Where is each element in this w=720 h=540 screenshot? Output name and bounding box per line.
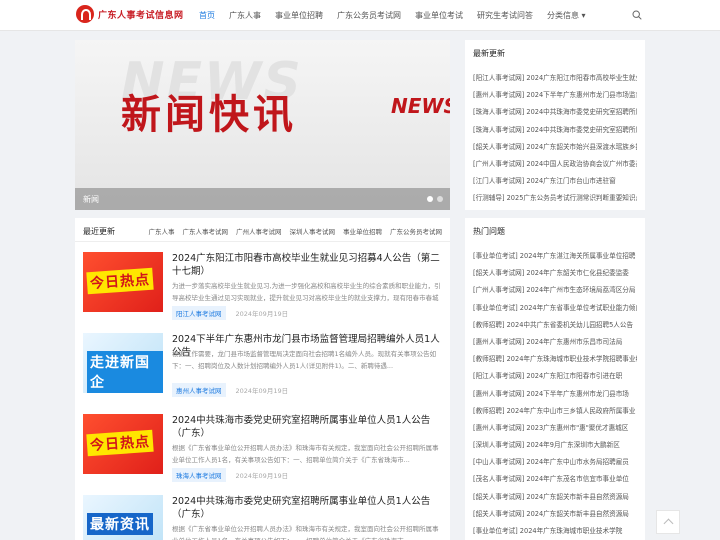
sidebar-hot-item[interactable]: [事业单位考试] 2024年广东珠海城市职业技术学院 (473, 523, 637, 540)
sidebar-hot-item[interactable]: [韶关人事考试网] 2024年广东韶关市仁化县纪委监委 (473, 265, 637, 282)
nav-item-institution-recruit[interactable]: 事业单位招聘 (268, 0, 330, 31)
latest-updates-header: 最近更新 广东人事 广东人事考试网 广州人事考试网 深圳人事考试网 事业单位招聘… (75, 218, 450, 242)
category-link[interactable]: 广东人事 (149, 226, 175, 236)
sidebar-hot-item[interactable]: [惠州人事考试网] 2023广东惠州市"惠"聚优才惠城区 (473, 420, 637, 437)
thumbnail-text: 最新资讯 (87, 513, 153, 535)
article-tag[interactable]: 惠州人事考试网 (172, 383, 226, 397)
category-link[interactable]: 广东公务员考试网 (390, 226, 442, 236)
category-link[interactable]: 广州人事考试网 (236, 226, 282, 236)
article-thumbnail[interactable]: 走进新国企 (83, 333, 163, 393)
article-tag[interactable]: 珠海人事考试网 (172, 468, 226, 482)
article-title[interactable]: 2024中共珠海市委党史研究室招聘所属事业单位人员1人公告（广东） (172, 495, 442, 521)
sidebar-latest-item[interactable]: [广州人事考试网] 2024中国人民政治协商会议广州市委员会 (473, 156, 637, 173)
sidebar-latest-item[interactable]: [惠州人事考试网] 2024下半年广东惠州市龙门县市场监督管理局 (473, 87, 637, 104)
sidebar-hot-item[interactable]: [惠州人事考试网] 2024年广东惠州市乐昌市司法局 (473, 334, 637, 351)
sidebar-hot: 热门问题 [事业单位考试] 2024年广东湛江海关所属事业单位招聘 [韶关人事考… (465, 218, 645, 540)
sidebar-latest: 最新更新 [阳江人事考试网] 2024广东阳江市阳春市高校毕业生就业见习招募 [… (465, 40, 645, 210)
article-item[interactable]: 最新资讯 2024中共珠海市委党史研究室招聘所属事业单位人员1人公告（广东） 根… (83, 495, 443, 540)
slider-caption-bar: 新闻 (75, 188, 450, 210)
logo-text: 广东人事考试信息网 (98, 10, 184, 21)
logo-icon (76, 5, 94, 23)
nav-item-institution-exam[interactable]: 事业单位考试 (408, 0, 470, 31)
sidebar-hot-item[interactable]: [教师招聘] 2024年广东中山市三乡镇人民政府所属事业 (473, 403, 637, 420)
slider-headline: 新闻快讯 (121, 92, 297, 138)
category-links: 广东人事 广东人事考试网 广州人事考试网 深圳人事考试网 事业单位招聘 广东公务… (149, 226, 443, 236)
article-item[interactable]: 今日热点 2024中共珠海市委党史研究室招聘所属事业单位人员1人公告（广东） 根… (83, 414, 443, 486)
sidebar-hot-item[interactable]: [韶关人事考试网] 2024广东韶关市新丰县自然资源局 (473, 489, 637, 506)
main-nav: 首页 广东人事 事业单位招聘 广东公务员考试网 事业单位考试 研究生考试问答 分… (192, 0, 593, 31)
sidebar-latest-item[interactable]: [江门人事考试网] 2024广东江门市台山市进驻窗 (473, 173, 637, 190)
news-slider[interactable]: NEWS 新闻快讯 NEWS 新闻 (75, 40, 450, 210)
sidebar-latest-item[interactable]: [珠海人事考试网] 2024中共珠海市委党史研究室招聘所属事业单位 (473, 104, 637, 121)
sidebar-hot-item[interactable]: [韶关人事考试网] 2024广东韶关市新丰县自然资源局 (473, 506, 637, 523)
slider-headline-en: NEWS (391, 94, 450, 118)
article-summary: 根据《广东省事业单位公开招聘人员办法》和珠海市有关规定，我室面向社会公开招聘所属… (172, 525, 439, 540)
sidebar-hot-item[interactable]: [广州人事考试网] 2024年广州市生态环境局荔湾区分局 (473, 282, 637, 299)
thumbnail-text: 今日热点 (86, 267, 154, 295)
article-summary: 为进一步落实高校毕业生就业见习,为进一步强化高校和高校毕业生的综合素质和职业能力… (172, 282, 441, 302)
sidebar-hot-item[interactable]: [事业单位考试] 2024年广东湛江海关所属事业单位招聘 (473, 248, 637, 265)
article-title[interactable]: 2024广东阳江市阳春市高校毕业生就业见习招募4人公告（第二十七期） (172, 252, 442, 278)
latest-updates-panel: 最近更新 广东人事 广东人事考试网 广州人事考试网 深圳人事考试网 事业单位招聘… (75, 218, 450, 540)
article-summary: 根据《广东省事业单位公开招聘人员办法》和珠海市有关规定，我室面向社会公开招聘所属… (172, 444, 439, 464)
sidebar-latest-title: 最新更新 (473, 49, 505, 58)
sidebar-latest-item[interactable]: [行测辅导] 2025广东公务员考试行测常识判断重要知识点 (473, 190, 637, 207)
article-date: 2024年09月19日 (235, 472, 289, 480)
latest-updates-title: 最近更新 (83, 227, 115, 236)
search-icon[interactable] (632, 10, 642, 20)
nav-item-home[interactable]: 首页 (192, 0, 222, 31)
article-meta: 阳江人事考试网 2024年09月19日 (172, 306, 288, 320)
article-summary: 根据工作需要，龙门县市场监督管理局决定面向社会招聘1名编外人员。现就有关事项公告… (172, 350, 437, 370)
sidebar-hot-item[interactable]: [中山人事考试网] 2024年广东中山市水务局招聘雇员 (473, 454, 637, 471)
article-meta: 惠州人事考试网 2024年09月19日 (172, 383, 288, 397)
sidebar-latest-item[interactable]: [珠海人事考试网] 2024中共珠海市委党史研究室招聘所属事业单位 (473, 122, 637, 139)
site-logo[interactable]: 广东人事考试信息网 (76, 5, 184, 23)
sidebar-hot-item[interactable]: [教师招聘] 2024中共广东省委机关幼儿园招聘5人公告 (473, 317, 637, 334)
article-tag[interactable]: 阳江人事考试网 (172, 306, 226, 320)
article-item[interactable]: 走进新国企 2024下半年广东惠州市龙门县市场监督管理局招聘编外人员1人公告 根… (83, 333, 443, 405)
article-date: 2024年09月19日 (235, 310, 289, 318)
sidebar-hot-item[interactable]: [深圳人事考试网] 2024年9月广东深圳市大鹏新区 (473, 437, 637, 454)
nav-item-graduate-qa[interactable]: 研究生考试问答 (470, 0, 540, 31)
article-thumbnail[interactable]: 今日热点 (83, 252, 163, 312)
article-title[interactable]: 2024中共珠海市委党史研究室招聘所属事业单位人员1人公告（广东） (172, 414, 442, 440)
thumbnail-text: 今日热点 (86, 429, 154, 457)
category-link[interactable]: 深圳人事考试网 (290, 226, 336, 236)
article-thumbnail[interactable]: 最新资讯 (83, 495, 163, 540)
sidebar-latest-item[interactable]: [韶关人事考试网] 2024广东韶关市始兴县深渡水瑶族乡招聘 (473, 139, 637, 156)
sidebar-latest-list: [阳江人事考试网] 2024广东阳江市阳春市高校毕业生就业见习招募 [惠州人事考… (473, 70, 637, 208)
category-link[interactable]: 广东人事考试网 (183, 226, 229, 236)
sidebar-hot-item[interactable]: [阳江人事考试网] 2024广东阳江市阳春市引进在职 (473, 368, 637, 385)
article-item[interactable]: 今日热点 2024广东阳江市阳春市高校毕业生就业见习招募4人公告（第二十七期） … (83, 252, 443, 324)
back-to-top-button[interactable] (656, 510, 680, 534)
slider-dot-2[interactable] (437, 196, 443, 202)
article-meta: 珠海人事考试网 2024年09月19日 (172, 468, 288, 482)
sidebar-hot-item[interactable]: [惠州人事考试网] 2024下半年广东惠州市龙门县市场 (473, 386, 637, 403)
slider-caption: 新闻 (83, 195, 99, 204)
sidebar-hot-item[interactable]: [事业单位考试] 2024年广东省事业单位考试职业能力倾向 (473, 300, 637, 317)
sidebar-latest-item[interactable]: [阳江人事考试网] 2024广东阳江市阳春市高校毕业生就业见习招募 (473, 70, 637, 87)
article-thumbnail[interactable]: 今日热点 (83, 414, 163, 474)
sidebar-hot-item[interactable]: [教师招聘] 2024年广东珠海城市职业技术学院招聘事业编制 (473, 351, 637, 368)
slider-dot-1[interactable] (427, 196, 433, 202)
sidebar-hot-title: 热门问题 (473, 227, 505, 236)
article-date: 2024年09月19日 (235, 387, 289, 395)
sidebar-hot-list: [事业单位考试] 2024年广东湛江海关所属事业单位招聘 [韶关人事考试网] 2… (473, 248, 637, 540)
nav-item-civil-service[interactable]: 广东公务员考试网 (330, 0, 408, 31)
category-link[interactable]: 事业单位招聘 (343, 226, 382, 236)
nav-item-categories[interactable]: 分类信息 ▾ (540, 0, 593, 31)
nav-item-guangdong-hr[interactable]: 广东人事 (222, 0, 268, 31)
thumbnail-text: 走进新国企 (87, 351, 163, 393)
site-header: 广东人事考试信息网 首页 广东人事 事业单位招聘 广东公务员考试网 事业单位考试… (0, 0, 720, 31)
sidebar-hot-item[interactable]: [茂名人事考试网] 2024年广东茂名市信宜市事业单位 (473, 471, 637, 488)
